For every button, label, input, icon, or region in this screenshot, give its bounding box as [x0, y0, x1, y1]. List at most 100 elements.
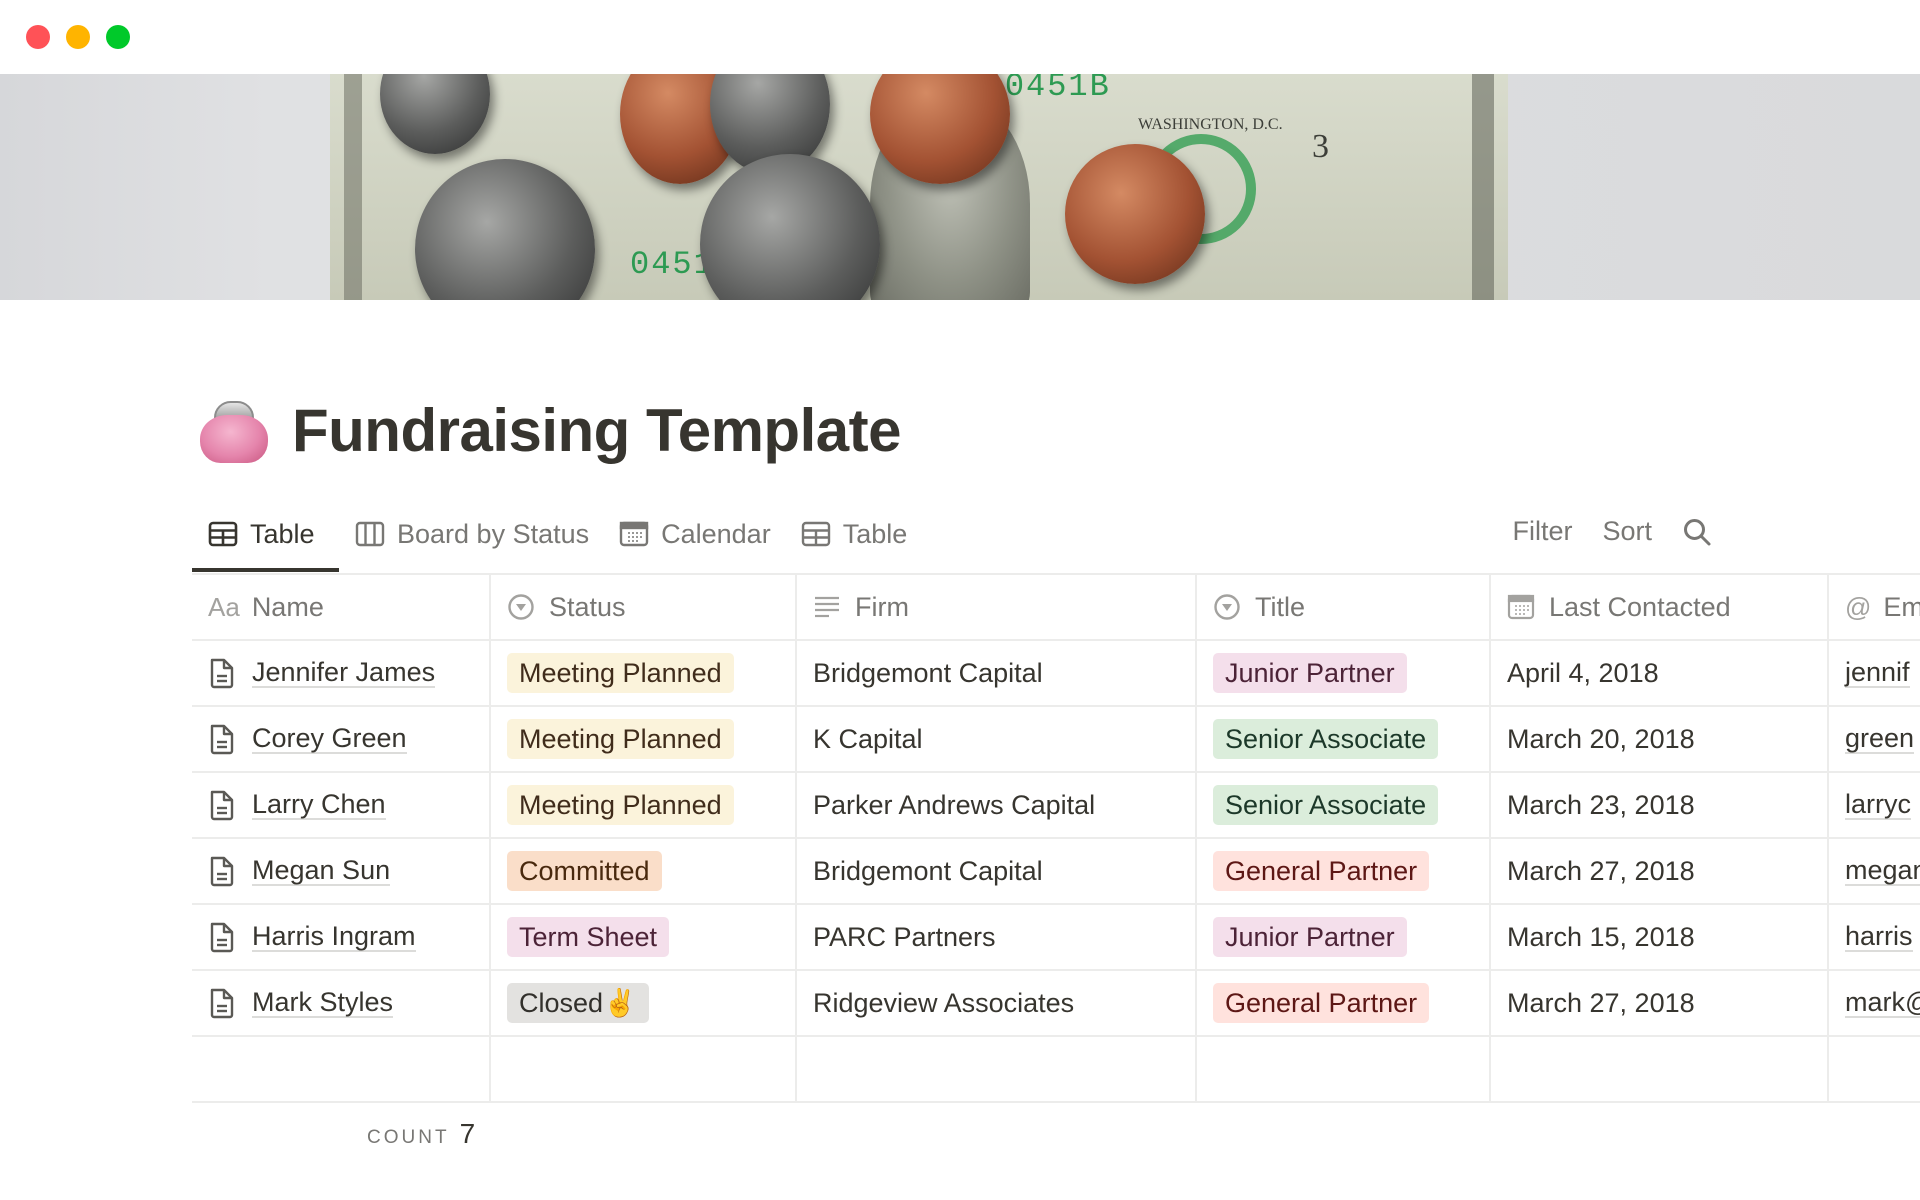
title-cell[interactable]: General Partner: [1197, 839, 1491, 903]
title-cell[interactable]: General Partner: [1197, 971, 1491, 1035]
row-name-link[interactable]: Larry Chen: [252, 789, 386, 821]
table-row[interactable]: Larry Chen Meeting Planned Parker Andrew…: [192, 773, 1920, 839]
status-tag: Meeting Planned: [507, 719, 734, 759]
email-link[interactable]: harris: [1845, 921, 1913, 953]
page-document-icon: [210, 988, 234, 1019]
status-cell[interactable]: Term Sheet: [491, 905, 797, 969]
name-cell[interactable]: Mark Styles: [192, 971, 491, 1035]
board-icon: [355, 521, 385, 547]
name-cell[interactable]: Corey Green: [192, 707, 491, 771]
database-table: Aa Name Status Firm Title Last Contacted…: [192, 573, 1920, 1103]
tab-table-2[interactable]: Table: [785, 510, 922, 558]
title-cell[interactable]: Senior Associate: [1197, 707, 1491, 771]
text-type-icon: Aa: [208, 591, 240, 622]
last-contacted-date: March 20, 2018: [1507, 723, 1695, 754]
count-label: COUNT: [367, 1127, 450, 1148]
name-cell[interactable]: Harris Ingram: [192, 905, 491, 969]
row-name-link[interactable]: Mark Styles: [252, 987, 394, 1019]
firm-cell[interactable]: Bridgemont Capital: [797, 839, 1197, 903]
column-header-status[interactable]: Status: [491, 575, 797, 639]
email-link[interactable]: green: [1845, 723, 1915, 755]
last-contacted-date: March 27, 2018: [1507, 987, 1695, 1018]
search-button[interactable]: [1682, 517, 1712, 547]
column-header-last-contacted[interactable]: Last Contacted: [1491, 575, 1829, 639]
status-tag: Term Sheet: [507, 917, 670, 957]
table-row[interactable]: Mark Styles Closed✌️ Ridgeview Associate…: [192, 971, 1920, 1037]
table-icon: [801, 521, 830, 547]
column-header-firm[interactable]: Firm: [797, 575, 1197, 639]
row-name-link[interactable]: Jennifer James: [252, 657, 436, 689]
status-cell[interactable]: Meeting Planned: [491, 773, 797, 837]
column-header-name[interactable]: Aa Name: [192, 575, 491, 639]
name-cell[interactable]: Larry Chen: [192, 773, 491, 837]
count-aggregate[interactable]: COUNT 7: [367, 1118, 475, 1150]
email-cell[interactable]: megan: [1829, 839, 1920, 903]
email-cell[interactable]: mark@: [1829, 971, 1920, 1035]
status-cell[interactable]: Closed✌️: [491, 971, 797, 1035]
firm-text: PARC Partners: [813, 921, 996, 952]
email-cell[interactable]: larryc: [1829, 773, 1920, 837]
email-cell[interactable]: jennif: [1829, 641, 1920, 705]
sort-button[interactable]: Sort: [1602, 516, 1652, 547]
email-link[interactable]: mark@: [1845, 987, 1920, 1019]
title-cell[interactable]: Senior Associate: [1197, 773, 1491, 837]
name-cell[interactable]: Megan Sun: [192, 839, 491, 903]
title-cell[interactable]: Junior Partner: [1197, 641, 1491, 705]
firm-cell[interactable]: Bridgemont Capital: [797, 641, 1197, 705]
maximize-window-button[interactable]: [106, 25, 130, 49]
row-name-link[interactable]: Harris Ingram: [252, 921, 416, 953]
email-link[interactable]: jennif: [1845, 657, 1910, 689]
row-name-link[interactable]: Megan Sun: [252, 855, 391, 887]
table-row[interactable]: Megan Sun Committed Bridgemont Capital G…: [192, 839, 1920, 905]
search-icon: [1684, 518, 1711, 545]
table-row[interactable]: Harris Ingram Term Sheet PARC Partners J…: [192, 905, 1920, 971]
status-tag: Meeting Planned: [507, 653, 734, 693]
minimize-window-button[interactable]: [66, 25, 90, 49]
column-label: Title: [1255, 591, 1306, 622]
purse-icon[interactable]: [196, 395, 272, 465]
close-window-button[interactable]: [26, 25, 50, 49]
tab-table[interactable]: Table: [192, 510, 339, 572]
page-title: Fundraising Template: [292, 396, 901, 464]
email-link[interactable]: megan: [1845, 855, 1920, 887]
filter-button[interactable]: Filter: [1512, 516, 1572, 547]
last-contacted-cell[interactable]: April 4, 2018: [1491, 641, 1829, 705]
firm-cell[interactable]: Parker Andrews Capital: [797, 773, 1197, 837]
page-document-icon: [210, 658, 234, 689]
last-contacted-cell[interactable]: March 27, 2018: [1491, 839, 1829, 903]
tab-board-by-status[interactable]: Board by Status: [339, 510, 603, 558]
email-link[interactable]: larryc: [1845, 789, 1911, 821]
firm-cell[interactable]: K Capital: [797, 707, 1197, 771]
last-contacted-date: April 4, 2018: [1507, 657, 1659, 688]
status-cell[interactable]: Meeting Planned: [491, 641, 797, 705]
title-cell[interactable]: Junior Partner: [1197, 905, 1491, 969]
name-cell[interactable]: Jennifer James: [192, 641, 491, 705]
column-header-title[interactable]: Title: [1197, 575, 1491, 639]
table-row[interactable]: Jennifer James Meeting Planned Bridgemon…: [192, 641, 1920, 707]
last-contacted-cell[interactable]: March 27, 2018: [1491, 971, 1829, 1035]
last-contacted-cell[interactable]: March 23, 2018: [1491, 773, 1829, 837]
calendar-icon: [1507, 594, 1535, 620]
row-name-link[interactable]: Corey Green: [252, 723, 407, 755]
email-cell[interactable]: green: [1829, 707, 1920, 771]
view-tabs: Table Board by Status Calendar Table: [192, 510, 921, 572]
at-icon: @: [1845, 591, 1872, 622]
column-label: Em: [1883, 591, 1920, 622]
new-row-placeholder[interactable]: [192, 1037, 1920, 1103]
firm-text: Ridgeview Associates: [813, 987, 1075, 1018]
firm-cell[interactable]: Ridgeview Associates: [797, 971, 1197, 1035]
last-contacted-cell[interactable]: March 15, 2018: [1491, 905, 1829, 969]
firm-cell[interactable]: PARC Partners: [797, 905, 1197, 969]
select-icon: [508, 594, 534, 620]
cover-image: 32510451B 0451 WASHINGTON, D.C. 3: [0, 74, 1920, 300]
email-cell[interactable]: harris: [1829, 905, 1920, 969]
last-contacted-cell[interactable]: March 20, 2018: [1491, 707, 1829, 771]
column-label: Firm: [855, 591, 909, 622]
status-cell[interactable]: Meeting Planned: [491, 707, 797, 771]
tab-calendar[interactable]: Calendar: [603, 510, 785, 558]
table-row[interactable]: Corey Green Meeting Planned K Capital Se…: [192, 707, 1920, 773]
page-document-icon: [210, 790, 234, 821]
status-cell[interactable]: Committed: [491, 839, 797, 903]
column-header-email[interactable]: @ Em: [1829, 575, 1920, 639]
firm-text: Bridgemont Capital: [813, 657, 1043, 688]
